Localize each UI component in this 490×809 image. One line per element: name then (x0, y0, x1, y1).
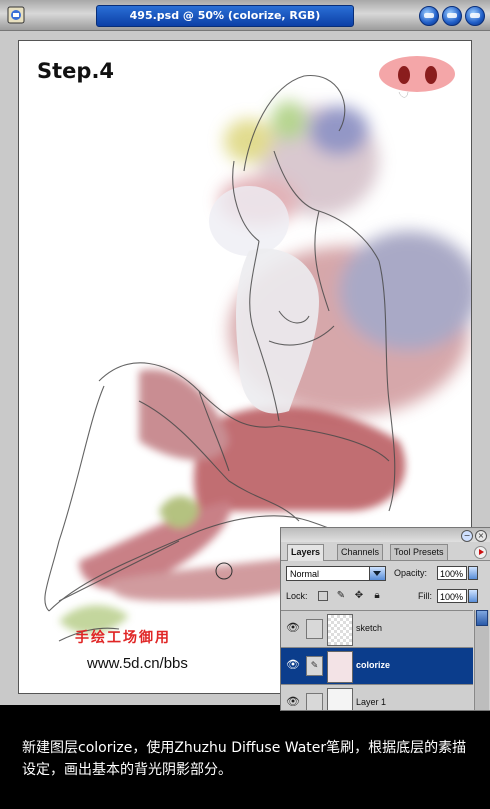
layer-row-colorize[interactable]: 👁︎ ✎ colorize (281, 647, 473, 684)
palette-menu-button[interactable] (474, 546, 487, 559)
link-box[interactable] (306, 619, 323, 639)
photoshop-app-icon[interactable] (7, 6, 25, 24)
eye-icon[interactable]: 👁︎ (286, 696, 300, 708)
lock-paint-icon[interactable]: ✎ (336, 591, 346, 601)
blend-mode-select[interactable]: Normal (286, 566, 386, 581)
layer-row-layer-1[interactable]: 👁︎ Layer 1 (281, 684, 473, 710)
palette-tabs: Layers Channels Tool Presets (281, 542, 490, 561)
website-url: www.5d.cn/bbs (87, 655, 188, 672)
close-button[interactable] (465, 6, 485, 26)
chevron-down-icon[interactable] (369, 567, 385, 580)
signature-text: 手绘工场御用 (75, 630, 171, 646)
minimize-button[interactable] (419, 6, 439, 26)
layer-thumbnail (327, 688, 353, 710)
opacity-stepper[interactable] (468, 566, 478, 580)
layer-name: Layer 1 (356, 697, 387, 707)
eye-icon[interactable]: 👁︎ (286, 659, 300, 671)
palette-title-bar[interactable]: − × (281, 528, 490, 542)
layer-thumbnail (327, 614, 353, 646)
layers-palette: − × Layers Channels Tool Presets Normal … (280, 527, 490, 711)
eye-icon[interactable]: 👁︎ (286, 622, 300, 634)
title-bar[interactable]: 495.psd @ 50% (colorize, RGB) (0, 0, 490, 31)
fill-label: Fill: (418, 591, 432, 601)
window-title: 495.psd @ 50% (colorize, RGB) (96, 5, 354, 27)
palette-collapse-icon[interactable]: − (461, 530, 473, 542)
lock-transparency-icon[interactable] (318, 591, 328, 601)
scrollbar-thumb[interactable] (476, 610, 488, 626)
maximize-button[interactable] (442, 6, 462, 26)
lock-move-icon[interactable]: ✥ (354, 591, 364, 601)
layer-name: colorize (356, 660, 391, 670)
fill-stepper[interactable] (468, 589, 478, 603)
layer-row-sketch[interactable]: 👁︎ sketch (281, 610, 473, 647)
tab-tool-presets[interactable]: Tool Presets (390, 544, 448, 560)
pig-nose-icon (379, 56, 455, 98)
opacity-label: Opacity: (394, 568, 428, 578)
brush-cursor-icon (215, 562, 233, 580)
tutorial-caption: 新建图层colorize，使用Zhuzhu Diffuse Water笔刷，根据… (22, 740, 467, 778)
palette-close-icon[interactable]: × (475, 530, 487, 542)
tab-layers[interactable]: Layers (287, 544, 325, 561)
link-box[interactable] (306, 693, 323, 710)
step-label: Step.4 (37, 59, 115, 83)
fill-field[interactable]: 100% (437, 589, 467, 603)
opacity-field[interactable]: 100% (437, 566, 467, 580)
brush-icon[interactable]: ✎ (306, 656, 323, 676)
layers-scrollbar[interactable] (474, 610, 489, 710)
tab-channels[interactable]: Channels (337, 544, 384, 560)
blend-mode-value: Normal (290, 569, 320, 579)
lock-label: Lock: (286, 591, 308, 601)
layer-name: sketch (356, 623, 383, 633)
layer-thumbnail (327, 651, 353, 683)
lock-all-icon[interactable]: 🔒︎ (372, 591, 382, 601)
